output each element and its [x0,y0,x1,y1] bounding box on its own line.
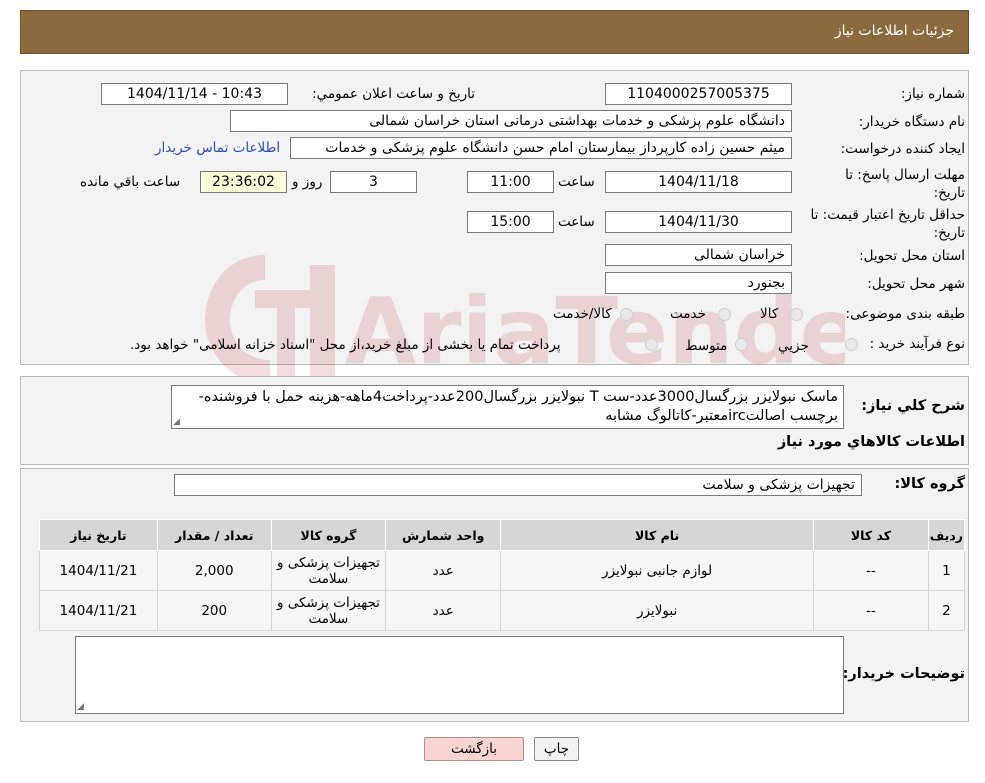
days-field: 3 [330,171,417,193]
process-radio-treasury[interactable] [645,338,658,351]
cell-group: تجهیزات پزشکی و سلامت [270,550,387,591]
remaining-time-field: 23:36:02 [200,171,287,193]
category-option-goods: کالا [760,306,779,322]
col-goods-code: کد کالا [813,519,929,551]
buyer-notes-field[interactable] [75,636,844,714]
process-option-medium: متوسط [685,338,728,354]
description-field[interactable]: ماسک نبولایزر بزرگسال3000عدد-ست T نبولای… [171,385,844,429]
col-row-index: رديف [927,519,966,551]
city-label: شهر محل تحويل: [867,276,965,292]
reply-time-field: 11:00 [467,171,554,193]
col-goods-name: نام کالا [500,519,815,551]
back-button[interactable]: بازگشت [424,737,524,761]
table-row: 1404/11/21 200 تجهیزات پزشکی و سلامت عدد… [39,590,966,631]
cell-code: -- [813,550,929,591]
process-note: پرداخت تمام يا بخشی از مبلغ خريد،از محل … [130,337,561,353]
category-radio-goods[interactable] [790,308,803,321]
cell-name: نبولایزر [500,590,815,631]
reply-deadline-label: مهلت ارسال پاسخ: تا تاريخ: [845,167,965,201]
process-label: نوع فرآيند خريد : [869,336,965,352]
cell-date: 1404/11/21 [39,590,158,631]
col-unit: واحد شمارش [385,519,502,551]
cell-name: لوازم جانبی نبولایزر [500,550,815,591]
col-quantity: تعداد / مقدار [156,519,272,551]
col-need-date: تاريخ نياز [39,519,158,551]
cell-group: تجهیزات پزشکی و سلامت [270,590,387,631]
requester-field: میثم حسین زاده کارپرداز بیمارستان امام ح… [290,137,792,159]
days-label: روز و [292,174,323,190]
announce-label: تاریخ و ساعت اعلان عمومي: [312,86,475,102]
validity-time-field: 15:00 [467,211,554,233]
goods-group-field: تجهیزات پزشکی و سلامت [174,474,862,496]
reply-date-field: 1404/11/18 [605,171,792,193]
process-option-minor: جزيي [778,338,809,354]
cell-unit: عدد [385,550,502,591]
cell-quantity: 200 [156,590,272,631]
need-number-field: 1104000257005375 [605,83,792,105]
process-radio-minor[interactable] [845,338,858,351]
validity-time-label: ساعت [558,214,595,230]
buyer-org-field: دانشگاه علوم پزشکی و خدمات بهداشتی درمان… [230,110,792,132]
page-title: جزئیات اطلاعات نیاز [834,23,954,39]
province-field: خراسان شمالی [605,244,792,266]
category-option-goods-service: کالا/خدمت [553,306,612,322]
remaining-time-label: ساعت باقي مانده [80,174,181,190]
category-radio-goods-service[interactable] [620,308,633,321]
cell-unit: عدد [385,590,502,631]
cell-index: 1 [927,550,966,591]
cell-index: 2 [927,590,966,631]
requester-label: ايجاد کننده درخواست: [840,141,965,157]
need-number-label: شماره نیاز: [900,86,965,102]
cell-quantity: 2,000 [156,550,272,591]
resize-grip-icon[interactable]: ◢ [77,702,84,712]
city-field: بجنورد [605,272,792,294]
goods-group-label: گروه کالا: [894,476,965,492]
reply-time-label: ساعت [558,174,595,190]
validity-date-field: 1404/11/30 [605,211,792,233]
category-option-service: خدمت [670,306,706,322]
announce-field: 1404/11/14 - 10:43 [101,83,288,105]
description-label: شرح کلي نياز: [861,398,965,414]
buyer-org-label: نام دستگاه خريدار: [858,114,965,130]
col-goods-group: گروه کالا [270,519,387,551]
table-header-row: تاريخ نياز تعداد / مقدار گروه کالا واحد … [39,519,966,551]
page-header: جزئیات اطلاعات نیاز [20,10,969,54]
category-label: طبقه بندی موضوعی: [845,306,965,322]
validity-label: حداقل تاريخ اعتبار قيمت: تا تاريخ: [810,207,965,241]
watermark-text: AriaTender.neT [345,278,845,385]
process-radio-medium[interactable] [735,338,748,351]
buyer-contact-link[interactable]: اطلاعات تماس خريدار [155,140,280,156]
goods-table: تاريخ نياز تعداد / مقدار گروه کالا واحد … [39,519,966,631]
goods-section-title: اطلاعات کالاهاي مورد نياز [777,434,965,450]
cell-date: 1404/11/21 [39,550,158,591]
print-button[interactable]: چاپ [534,737,579,761]
table-row: 1404/11/21 2,000 تجهیزات پزشکی و سلامت ع… [39,550,966,591]
resize-grip-icon[interactable]: ◢ [173,417,180,427]
province-label: استان محل تحويل: [859,248,965,264]
category-radio-service[interactable] [718,308,731,321]
buyer-notes-label: توضيحات خريدار: [842,666,965,682]
cell-code: -- [813,590,929,631]
